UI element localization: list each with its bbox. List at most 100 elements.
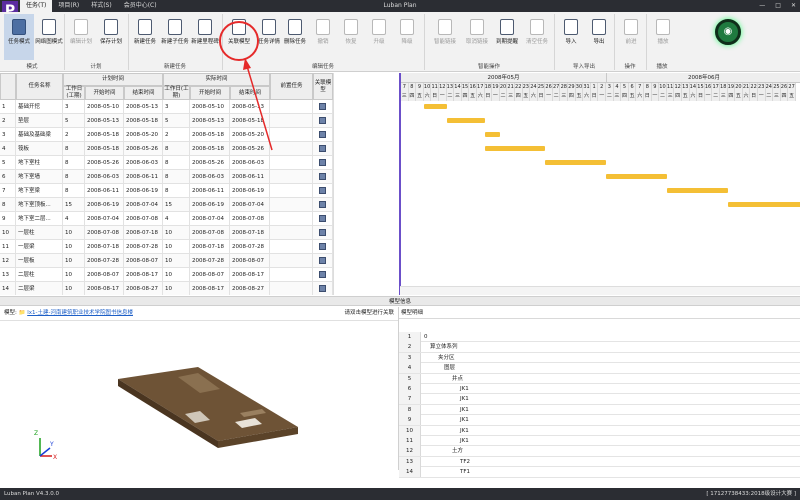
plan-start-cell[interactable]: 2008-05-18 [85,142,124,156]
tree-row[interactable]: 10 [399,332,800,343]
row-number[interactable]: 14 [0,282,16,295]
row-number[interactable]: 10 [0,226,16,240]
model-cell[interactable] [313,240,333,254]
tree-row[interactable]: 3 夹分区 [399,352,800,364]
plan-end-cell[interactable]: 2008-05-18 [124,114,163,128]
header-task-name[interactable]: 任务名称 [16,73,63,100]
row-number[interactable]: 9 [0,212,16,226]
header-model[interactable]: 关联模型 [313,73,333,100]
menu-tab-style[interactable]: 样式(S) [85,0,118,12]
actual-work-cell[interactable]: 8 [163,142,190,156]
upgrade-button[interactable]: 升级 [364,14,394,60]
model-cell[interactable] [313,268,333,282]
plan-end-cell[interactable]: 2008-07-18 [124,226,163,240]
task-name-cell[interactable]: 筏板 [16,142,63,156]
tree-node-label[interactable]: JK1 [460,394,469,404]
model-link-icon[interactable] [319,145,326,152]
actual-work-cell[interactable]: 10 [163,268,190,282]
plan-work-cell[interactable]: 8 [63,142,85,156]
tree-node-label[interactable]: JK1 [460,426,469,436]
model-link-icon[interactable] [319,159,326,166]
plan-start-cell[interactable]: 2008-07-18 [85,240,124,254]
header-predecessor[interactable]: 前置任务 [270,73,313,100]
row-number[interactable]: 4 [0,142,16,156]
actual-start-cell[interactable]: 2008-05-26 [190,156,230,170]
predecessor-cell[interactable] [270,212,313,226]
plan-start-cell[interactable]: 2008-05-18 [85,128,124,142]
table-row[interactable]: 1 基础开挖 3 2008-05-10 2008-05-13 3 2008-05-10 200… [0,100,333,114]
gantt-bar[interactable] [484,146,546,151]
model-cell[interactable] [313,226,333,240]
tree-node-label[interactable]: JK1 [460,384,469,394]
plan-start-cell[interactable]: 2008-08-17 [85,282,124,295]
plan-start-cell[interactable]: 2008-07-04 [85,212,124,226]
plan-end-cell[interactable]: 2008-05-26 [124,142,163,156]
tree-node-label[interactable]: JK1 [460,415,469,425]
predecessor-cell[interactable] [270,282,313,295]
model-cell[interactable] [313,142,333,156]
menu-tab-project[interactable]: 项目(R) [52,0,85,12]
plan-work-cell[interactable]: 10 [63,240,85,254]
tree-row[interactable]: 11 JK1 [399,436,800,447]
predecessor-cell[interactable] [270,254,313,268]
table-row[interactable]: 8 地下室顶板... 15 2008-06-19 2008-07-04 15 2008-06… [0,198,333,212]
actual-start-cell[interactable]: 2008-06-03 [190,170,230,184]
task-name-cell[interactable]: 基础开挖 [16,100,63,114]
undo-button[interactable]: 撤销 [308,14,338,60]
import-button[interactable]: 导入 [556,14,586,60]
actual-start-cell[interactable]: 2008-05-13 [190,114,230,128]
task-name-cell[interactable]: 基础及基础梁 [16,128,63,142]
plan-work-cell[interactable]: 8 [63,170,85,184]
table-row[interactable]: 3 基础及基础梁 2 2008-05-18 2008-05-20 2 2008-05-18 2… [0,128,333,142]
tree-row[interactable]: 5 井点 [399,373,800,384]
actual-end-cell[interactable]: 2008-05-20 [230,128,270,142]
new-milestone-button[interactable]: 新建里程碑 [190,14,220,60]
row-number[interactable]: 6 [0,170,16,184]
model-cell[interactable] [313,170,333,184]
predecessor-cell[interactable] [270,100,313,114]
plan-start-cell[interactable]: 2008-06-03 [85,170,124,184]
model-link-icon[interactable] [319,257,326,264]
plan-end-cell[interactable]: 2008-07-28 [124,240,163,254]
plan-work-cell[interactable]: 4 [63,212,85,226]
redo-button[interactable]: 恢复 [336,14,366,60]
actual-end-cell[interactable]: 2008-05-18 [230,114,270,128]
actual-start-cell[interactable]: 2008-07-04 [190,212,230,226]
table-row[interactable]: 4 筏板 8 2008-05-18 2008-05-26 8 2008-05-18 2008-… [0,142,333,156]
reminder-button[interactable]: 到期提醒 [492,14,522,60]
actual-work-cell[interactable]: 5 [163,114,190,128]
actual-work-cell[interactable]: 8 [163,184,190,198]
gantt-bar[interactable] [446,118,485,123]
new-subtask-button[interactable]: 新建子任务 [160,14,190,60]
model-link-icon[interactable] [319,187,326,194]
plan-end-cell[interactable]: 2008-08-07 [124,254,163,268]
plan-work-cell[interactable]: 5 [63,114,85,128]
model-path-link[interactable]: lx1-土建-河南建筑职业技术学院图书信息楼 [27,310,133,316]
plan-work-cell[interactable]: 10 [63,268,85,282]
task-name-cell[interactable]: 垫层 [16,114,63,128]
tree-node-label[interactable]: JK1 [460,436,469,446]
table-row[interactable]: 7 地下室梁 8 2008-06-11 2008-06-19 8 2008-06-11 200… [0,184,333,198]
actual-work-cell[interactable]: 8 [163,156,190,170]
model-link-icon[interactable] [319,229,326,236]
plan-end-cell[interactable]: 2008-06-19 [124,184,163,198]
predecessor-cell[interactable] [270,268,313,282]
gantt-horizontal-scrollbar[interactable] [400,286,800,295]
predecessor-cell[interactable] [270,226,313,240]
tree-node-label[interactable]: JK1 [460,405,469,415]
actual-end-cell[interactable]: 2008-06-03 [230,156,270,170]
actual-end-cell[interactable]: 2008-07-08 [230,212,270,226]
model-link-icon[interactable] [319,285,326,292]
user-avatar-icon[interactable]: ◉ [715,19,741,45]
row-number[interactable]: 12 [0,254,16,268]
row-number[interactable]: 5 [0,156,16,170]
table-row[interactable]: 13 二层柱 10 2008-08-07 2008-08-17 10 2008-08-07 2… [0,268,333,282]
table-row[interactable]: 2 垫层 5 2008-05-13 2008-05-18 5 2008-05-13 2008-… [0,114,333,128]
actual-work-cell[interactable]: 10 [163,254,190,268]
actual-start-cell[interactable]: 2008-08-07 [190,268,230,282]
header-actual-end[interactable]: 结束时间 [230,86,270,100]
actual-start-cell[interactable]: 2008-06-19 [190,198,230,212]
tree-row[interactable]: 9 JK1 [399,415,800,426]
task-name-cell[interactable]: 二层梁 [16,282,63,295]
plan-work-cell[interactable]: 8 [63,156,85,170]
